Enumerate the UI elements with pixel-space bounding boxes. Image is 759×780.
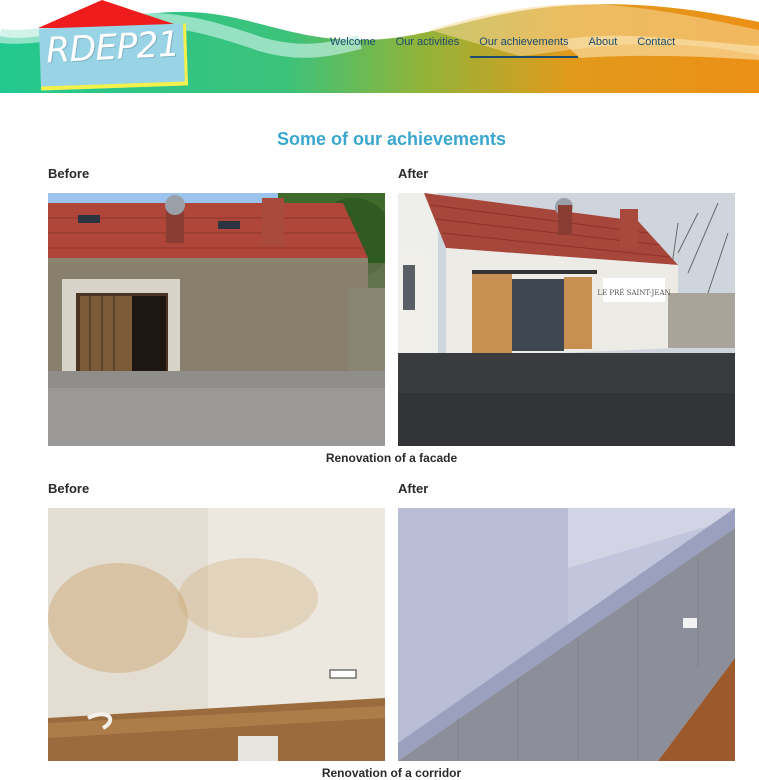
facade-sign-text: LE PRÉ SAINT-JEAN (597, 288, 670, 297)
nav-item-contact[interactable]: Contact (637, 36, 675, 58)
logo-text: RDEP21 (45, 24, 180, 72)
corridor-after-photo (398, 508, 735, 761)
after-label: After (398, 481, 429, 496)
after-label: After (398, 166, 429, 181)
nav-item-welcome[interactable]: Welcome (330, 36, 376, 58)
nav-item-about[interactable]: About (589, 36, 618, 58)
page-title: Some of our achievements (276, 129, 507, 149)
nav-item-our-activities[interactable]: Our activities (396, 36, 460, 58)
site-header: RDEP21 Welcome Our activities Our achiev… (0, 0, 759, 93)
nav-item-our-achievements[interactable]: Our achievements (470, 36, 578, 58)
before-label: Before (48, 481, 90, 496)
facade-after-photo: LE PRÉ SAINT-JEAN (398, 193, 735, 446)
caption-corridor: Renovation of a corridor (321, 766, 462, 780)
before-label: Before (48, 166, 90, 181)
caption-facade: Renovation of a facade (325, 451, 458, 465)
corridor-before-photo (48, 508, 385, 761)
main-nav: Welcome Our activities Our achievements … (330, 36, 695, 58)
facade-before-photo (48, 193, 385, 446)
site-logo[interactable]: RDEP21 (36, 0, 190, 92)
